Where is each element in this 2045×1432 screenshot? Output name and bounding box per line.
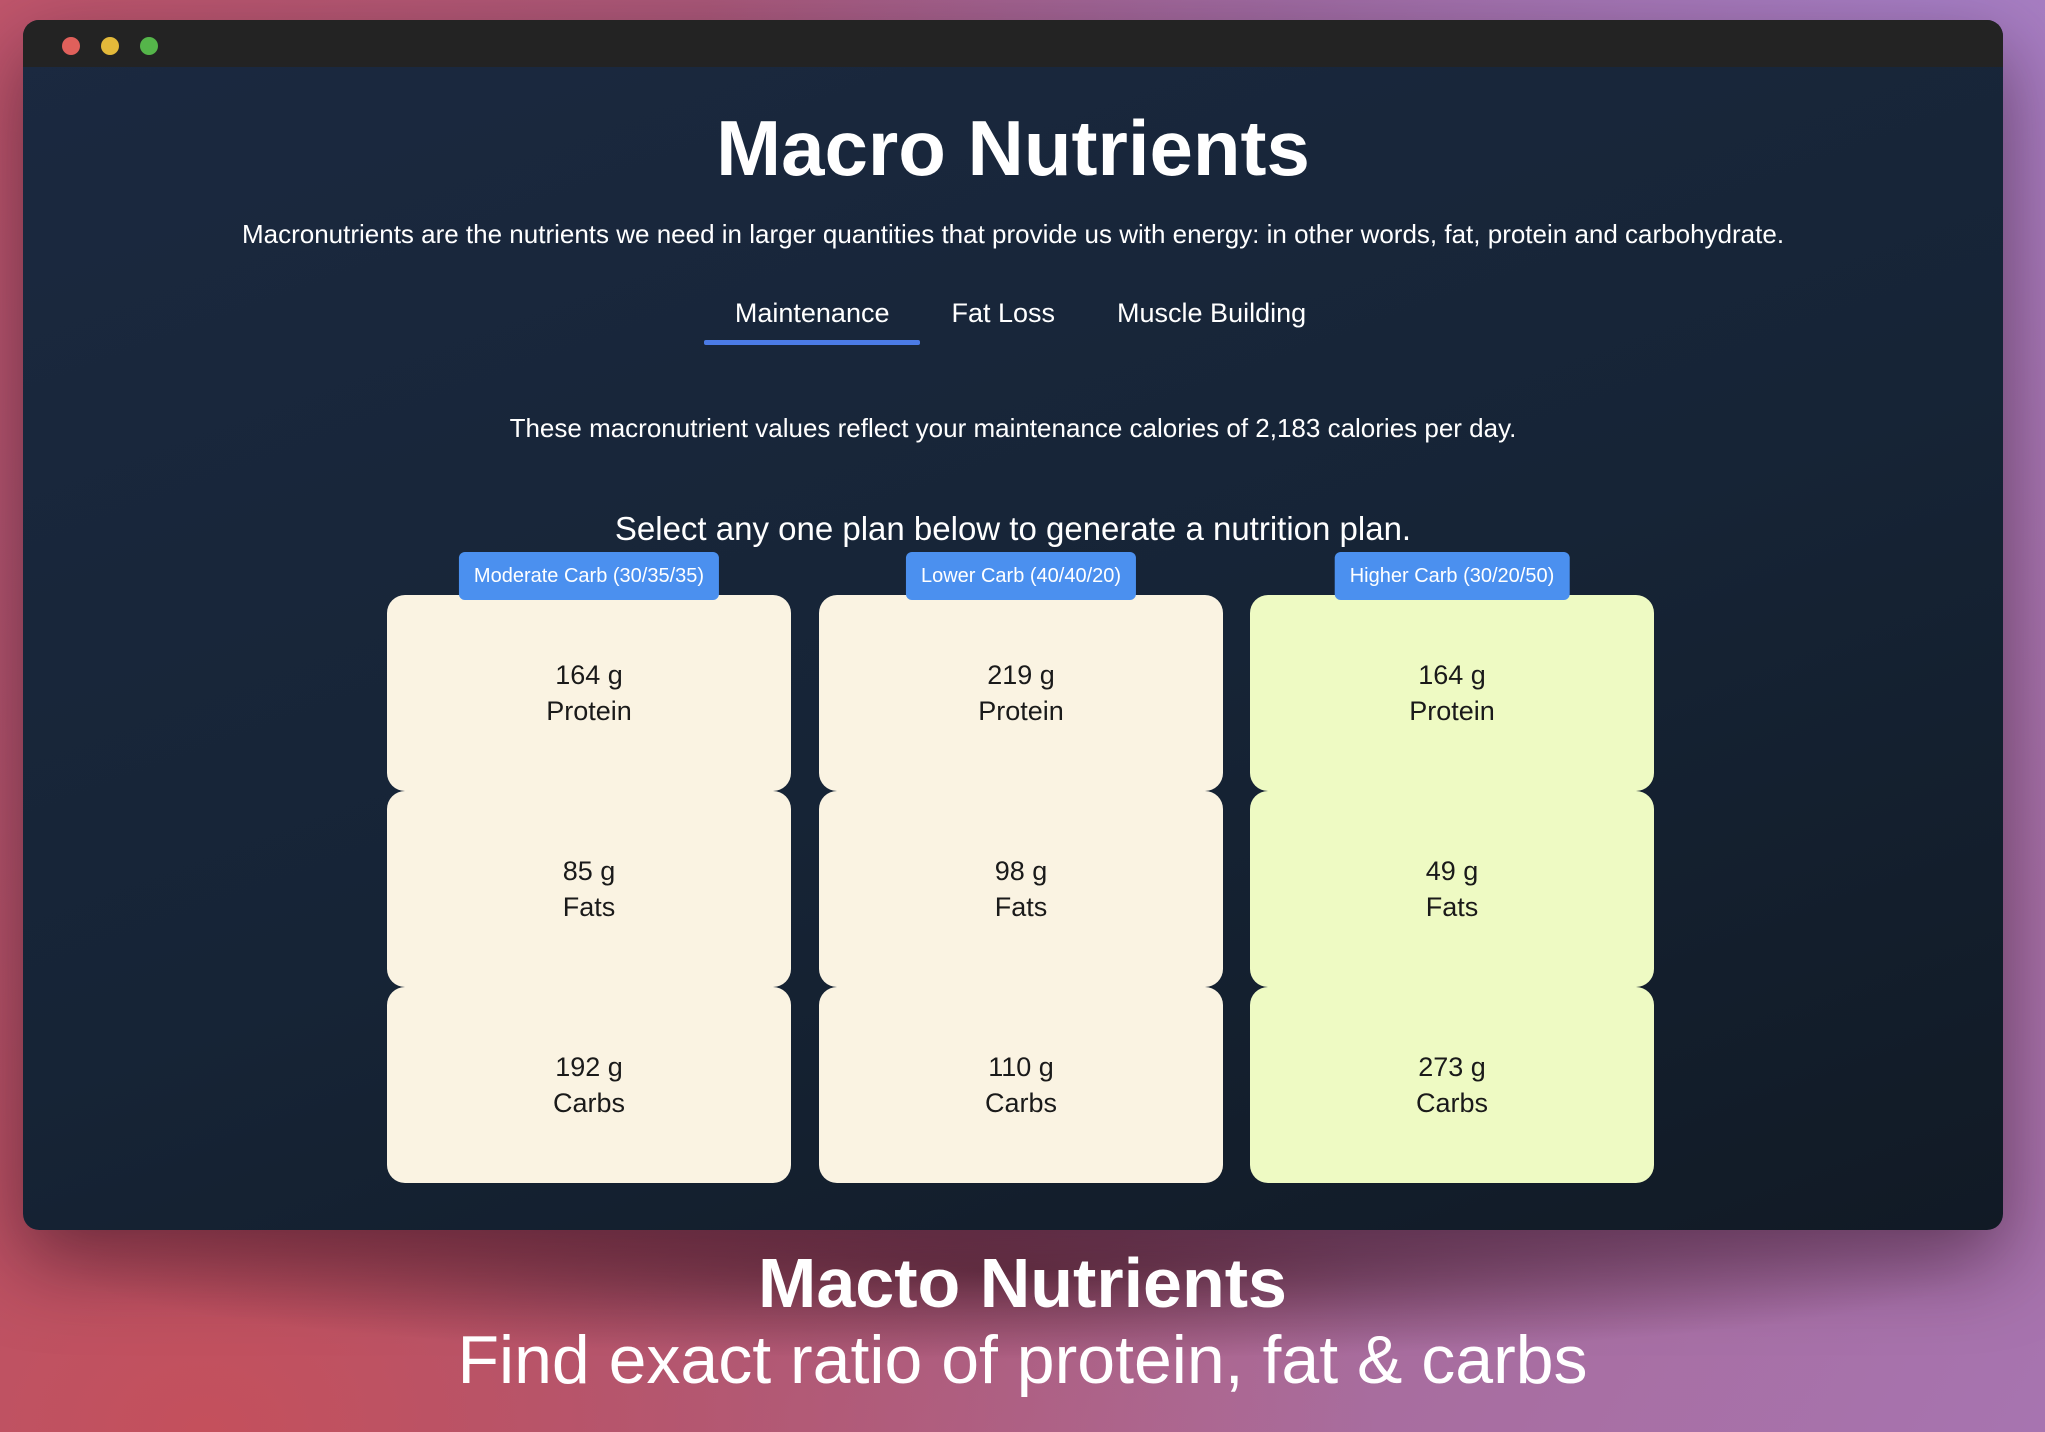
page-title: Macro Nutrients bbox=[716, 104, 1310, 192]
fats-label: Fats bbox=[994, 892, 1048, 922]
fats-label: Fats bbox=[1425, 892, 1479, 922]
carbs-label: Carbs bbox=[552, 1088, 626, 1118]
fats-value: 98 g bbox=[994, 856, 1048, 886]
carbs-card[interactable]: 110 g Carbs bbox=[819, 987, 1223, 1183]
protein-label: Protein bbox=[1409, 696, 1495, 726]
plan-badge[interactable]: Lower Carb (40/40/20) bbox=[905, 552, 1137, 600]
fats-value: 49 g bbox=[1425, 856, 1479, 886]
protein-label: Protein bbox=[546, 696, 632, 726]
zoom-window-button[interactable] bbox=[140, 37, 158, 55]
intro-text: Macronutrients are the nutrients we need… bbox=[241, 219, 1785, 249]
tab-maintenance[interactable]: Maintenance bbox=[703, 292, 921, 345]
carbs-card[interactable]: 273 g Carbs bbox=[1250, 987, 1654, 1183]
carbs-value: 110 g bbox=[988, 1052, 1054, 1082]
select-plan-prompt: Select any one plan below to generate a … bbox=[614, 510, 1412, 547]
protein-label: Protein bbox=[978, 696, 1064, 726]
carbs-label: Carbs bbox=[1415, 1088, 1489, 1118]
caption-subtitle: Find exact ratio of protein, fat & carbs bbox=[457, 1322, 1588, 1398]
app-window: Macro Nutrients Macronutrients are the n… bbox=[23, 20, 2003, 1230]
fats-label: Fats bbox=[562, 892, 616, 922]
protein-card[interactable]: 164 g Protein bbox=[1250, 595, 1654, 791]
title-bar bbox=[23, 20, 2003, 67]
carbs-card[interactable]: 192 g Carbs bbox=[387, 987, 791, 1183]
protein-card[interactable]: 219 g Protein bbox=[819, 595, 1223, 791]
carbs-value: 273 g bbox=[1418, 1052, 1486, 1082]
protein-value: 219 g bbox=[987, 660, 1055, 690]
minimize-window-button[interactable] bbox=[101, 37, 119, 55]
fats-card[interactable]: 85 g Fats bbox=[387, 791, 791, 987]
carbs-value: 192 g bbox=[555, 1052, 623, 1082]
goal-tabs: Maintenance Fat Loss Muscle Building bbox=[23, 292, 2003, 345]
plan-badge[interactable]: Higher Carb (30/20/50) bbox=[1334, 552, 1570, 600]
protein-value: 164 g bbox=[555, 660, 623, 690]
tab-fat-loss[interactable]: Fat Loss bbox=[920, 292, 1086, 345]
close-window-button[interactable] bbox=[62, 37, 80, 55]
plan-badge[interactable]: Moderate Carb (30/35/35) bbox=[458, 552, 720, 600]
fats-card[interactable]: 98 g Fats bbox=[819, 791, 1223, 987]
fats-card[interactable]: 49 g Fats bbox=[1250, 791, 1654, 987]
maintenance-calories-text: These macronutrient values reflect your … bbox=[509, 413, 1517, 443]
tab-muscle-building[interactable]: Muscle Building bbox=[1086, 292, 1337, 345]
fats-value: 85 g bbox=[562, 856, 616, 886]
caption-title: Macto Nutrients bbox=[758, 1244, 1287, 1322]
carbs-label: Carbs bbox=[984, 1088, 1058, 1118]
protein-card[interactable]: 164 g Protein bbox=[387, 595, 791, 791]
protein-value: 164 g bbox=[1418, 660, 1486, 690]
